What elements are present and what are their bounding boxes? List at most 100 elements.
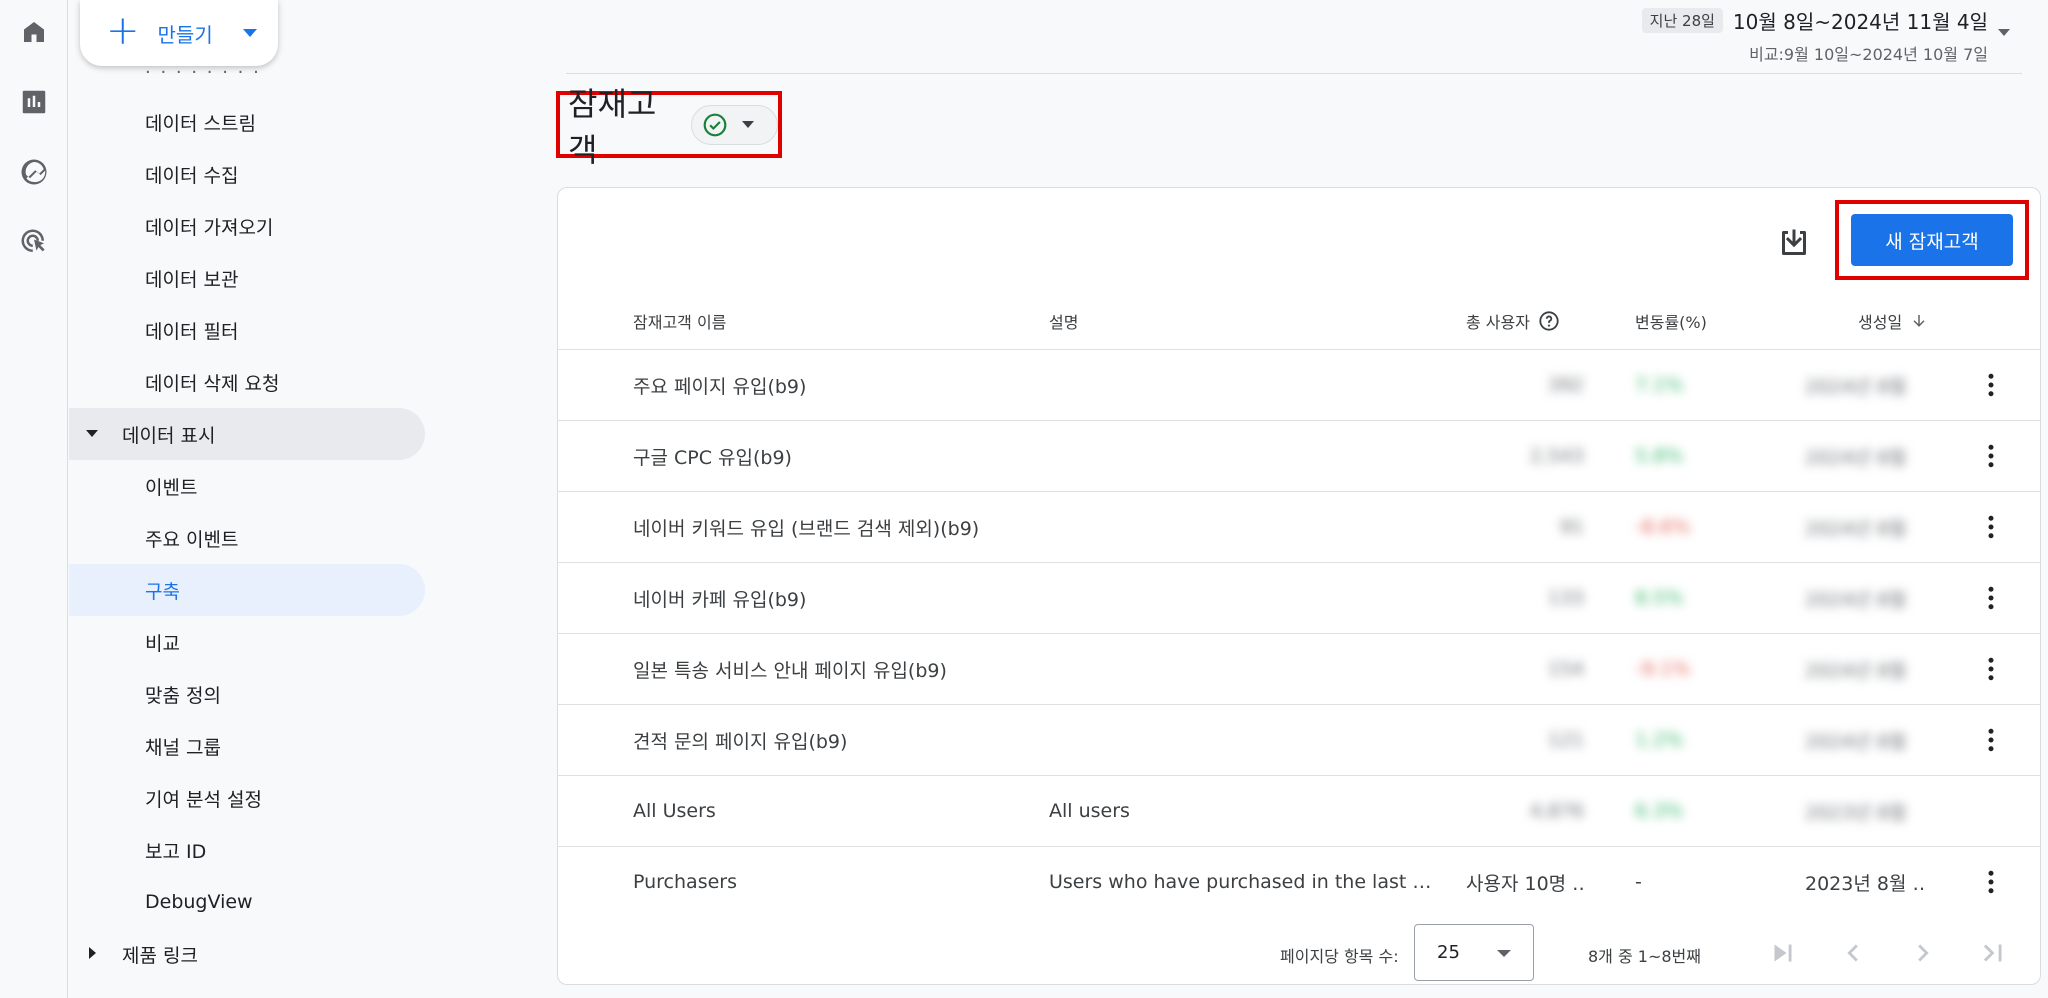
audience-created: 2024년 8월 [1805, 659, 1907, 682]
chevron-down-icon [741, 121, 754, 128]
pagination: 페이지당 항목 수: 25 8개 중 1~8번째 [558, 923, 2040, 983]
more-vert-icon[interactable] [1976, 725, 2006, 755]
sidebar-item-data-collection[interactable]: 데이터 수집 [69, 148, 425, 200]
audience-users: 2,543 [1529, 445, 1584, 467]
more-vert-icon[interactable] [1976, 654, 2006, 684]
more-vert-icon[interactable] [1976, 583, 2006, 613]
first-page-icon[interactable] [1766, 936, 1800, 970]
explore-icon[interactable] [10, 148, 58, 196]
more-vert-icon[interactable] [1976, 370, 2006, 400]
audience-created: 2024년 8월 [1805, 730, 1907, 753]
date-range-picker[interactable]: 지난 28일 10월 8일~2024년 11월 4일 비교:9월 10일~202… [1641, 6, 1988, 65]
sidebar-item-data-deletion[interactable]: 데이터 삭제 요청 [69, 356, 425, 408]
last-page-icon[interactable] [1976, 936, 2010, 970]
next-page-icon[interactable] [1906, 936, 1940, 970]
sidebar-item-custom-definitions[interactable]: 맞춤 정의 [69, 668, 425, 720]
column-header-name[interactable]: 잠재고객 이름 [633, 306, 726, 336]
audience-created: 2023년 8월 [1805, 801, 1907, 824]
sidebar-item-audiences[interactable]: 구축 [69, 564, 425, 616]
table-row[interactable]: 네이버 키워드 유입 (브랜드 검색 제외)(b9) 91 -8.6% 2024… [558, 491, 2040, 562]
column-header-change[interactable]: 변동률(%) [1635, 306, 1707, 336]
more-vert-icon[interactable] [1976, 441, 2006, 471]
audience-change: 7.1% [1635, 374, 1684, 396]
table-row[interactable]: All Users All users 4,876 6.3% 2023년 8월 [558, 775, 2040, 846]
sidebar-item-key-events[interactable]: 주요 이벤트 [69, 512, 425, 564]
audience-users: 392 [1547, 374, 1584, 396]
sort-arrow-down-icon [1913, 315, 1925, 327]
audience-users: 사용자 10명 … [1466, 872, 1584, 895]
plus-icon: + [106, 8, 140, 54]
chevron-down-icon[interactable] [1998, 29, 2010, 36]
audience-name[interactable]: 주요 페이지 유입(b9) [633, 350, 806, 420]
home-icon[interactable] [10, 8, 58, 56]
sidebar-group-product-links[interactable]: 제품 링크 [69, 928, 425, 980]
sidebar-item-events[interactable]: 이벤트 [69, 460, 425, 512]
more-vert-icon[interactable] [1976, 867, 2006, 897]
left-rail [0, 0, 68, 998]
advertising-icon[interactable] [10, 218, 58, 266]
table-row[interactable]: 견적 문의 페이지 유입(b9) 121 1.2% 2024년 8월 [558, 704, 2040, 775]
audience-name[interactable]: 네이버 키워드 유입 (브랜드 검색 제외)(b9) [633, 492, 979, 562]
sidebar-item-data-streams[interactable]: 데이터 스트림 [69, 96, 425, 148]
header-label: 총 사용자 [1466, 313, 1530, 332]
table-row[interactable]: 네이버 카페 유입(b9) 133 8.5% 2024년 8월 [558, 562, 2040, 633]
sidebar-item-comparisons[interactable]: 비교 [69, 616, 425, 668]
sidebar-item-data-retention[interactable]: 데이터 보관 [69, 252, 425, 304]
table-row[interactable]: 구글 CPC 유입(b9) 2,543 5.8% 2024년 8월 [558, 420, 2040, 491]
table-row[interactable]: 주요 페이지 유입(b9) 392 7.1% 2024년 8월 [558, 349, 2040, 420]
sidebar-item-label: 제품 링크 [122, 944, 198, 967]
sidebar-item-reporting-identity[interactable]: 보고 ID [69, 824, 425, 876]
sidebar-item-data-filters[interactable]: 데이터 필터 [69, 304, 425, 356]
check-circle-icon [703, 113, 727, 136]
new-button-highlight-box: 새 잠재고객 [1835, 200, 2029, 280]
sidebar-item-attribution-settings[interactable]: 기여 분석 설정 [69, 772, 425, 824]
audience-users: 154 [1547, 658, 1584, 680]
table-row[interactable]: 일본 특송 서비스 안내 페이지 유입(b9) 154 -9.1% 2024년 … [558, 633, 2040, 704]
download-icon[interactable] [1776, 225, 1812, 261]
reports-icon[interactable] [10, 78, 58, 126]
audience-name[interactable]: 견적 문의 페이지 유입(b9) [633, 705, 847, 775]
header-label: 설명 [1049, 313, 1079, 332]
sidebar-item-label: 비교 [145, 632, 180, 655]
audience-created: 2024년 8월 [1805, 375, 1907, 398]
prev-page-icon[interactable] [1836, 936, 1870, 970]
sidebar-item-label: 데이터 삭제 요청 [145, 372, 280, 395]
more-vert-icon[interactable] [1976, 512, 2006, 542]
audience-users: 91 [1559, 516, 1584, 538]
new-audience-button[interactable]: 새 잠재고객 [1851, 214, 2013, 266]
audience-name[interactable]: 네이버 카페 유입(b9) [633, 563, 806, 633]
audience-name[interactable]: All Users [633, 776, 716, 846]
audience-change: 1.2% [1635, 729, 1684, 751]
status-chip[interactable] [690, 104, 778, 145]
sidebar-item-channel-groups[interactable]: 채널 그룹 [69, 720, 425, 772]
audience-name[interactable]: 일본 특송 서비스 안내 페이지 유입(b9) [633, 634, 947, 704]
audience-change: -8.6% [1635, 516, 1691, 538]
sidebar-item-label: 기여 분석 설정 [145, 788, 262, 811]
expand-arrow-icon [86, 430, 98, 437]
column-header-users[interactable]: 총 사용자 [1466, 306, 1560, 336]
sidebar-item-label: 보고 ID [145, 840, 207, 863]
table-row[interactable]: Purchasers Users who have purchased in t… [558, 846, 2040, 917]
audience-created: 2023년 8월 … [1805, 872, 1925, 895]
sidebar-item-data-import[interactable]: 데이터 가져오기 [69, 200, 425, 252]
audience-name[interactable]: Purchasers [633, 847, 737, 917]
sidebar-item-label: 데이터 가져오기 [145, 216, 274, 239]
audience-created: 2024년 8월 [1805, 588, 1907, 611]
sidebar-item-debugview[interactable]: DebugView [69, 876, 425, 928]
column-header-created[interactable]: 생성일 [1858, 306, 1928, 336]
per-page-label: 페이지당 항목 수: [1280, 947, 1399, 966]
title-highlight-box: 잠재고객 [556, 85, 782, 169]
audience-users: 4,876 [1529, 800, 1584, 822]
audience-change: 8.5% [1635, 587, 1684, 609]
sidebar-group-data-display[interactable]: 데이터 표시 [69, 408, 425, 460]
page-range-text: 8개 중 1~8번째 [1588, 947, 1701, 966]
sidebar-item-label: 데이터 필터 [145, 320, 239, 343]
audience-users: 133 [1547, 587, 1584, 609]
date-range-badge: 지난 28일 [1641, 8, 1723, 33]
audience-name[interactable]: 구글 CPC 유입(b9) [633, 421, 792, 491]
column-header-desc[interactable]: 설명 [1049, 306, 1078, 336]
help-icon[interactable] [1538, 310, 1560, 332]
per-page-select[interactable]: 25 [1414, 924, 1534, 981]
sidebar-item-label: 구축 [145, 580, 180, 603]
create-button[interactable]: + 만들기 [80, 0, 278, 66]
